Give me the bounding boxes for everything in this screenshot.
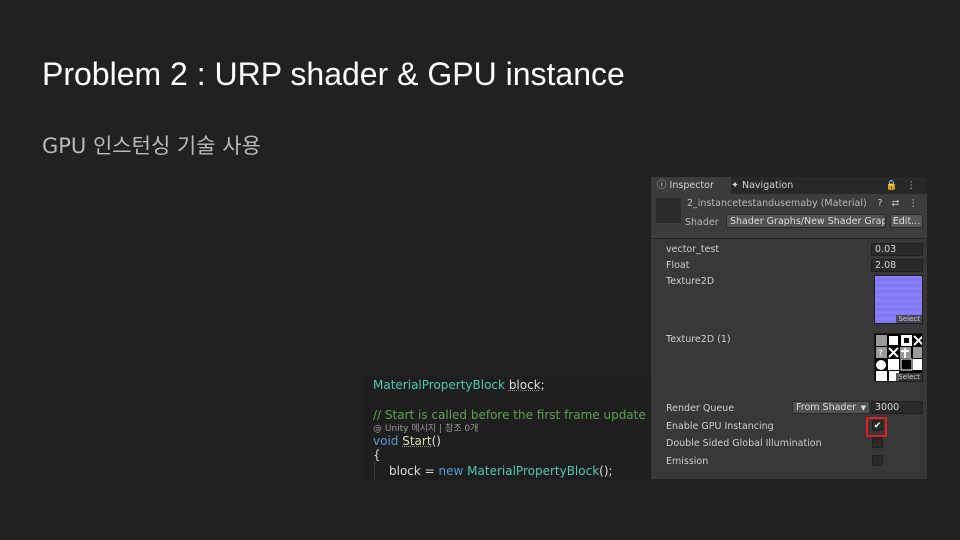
material-header: 2_instancetestandusemaby (Material) ? ⇄ … <box>651 194 927 239</box>
code-function: Start <box>402 434 432 448</box>
emission-checkbox[interactable] <box>872 455 883 466</box>
code-new-end: (); <box>599 464 613 478</box>
indent-guide <box>374 462 376 480</box>
texture-select-button[interactable]: Select <box>896 373 922 381</box>
texture2d-slot[interactable]: Select <box>874 275 923 324</box>
slide-subtitle: GPU 인스턴싱 기술 사용 <box>42 134 261 158</box>
code-var: block <box>508 378 541 392</box>
shader-value: Shader Graphs/New Shader Grap <box>730 216 886 227</box>
tab-inspector[interactable]: ⓘ Inspector <box>651 177 731 194</box>
render-queue-dropdown[interactable]: From Shader ▼ <box>792 401 870 414</box>
vector-test-label: vector_test <box>666 244 720 255</box>
code-keyword: void <box>373 434 399 448</box>
float-field[interactable]: 2.08 <box>871 259 923 272</box>
help-settings-icon[interactable]: ? ⇄ ⋮ <box>877 198 921 209</box>
tab-label: Inspector <box>669 180 714 191</box>
tab-label: Navigation <box>742 180 794 191</box>
code-type: MaterialPropertyBlock <box>373 378 505 392</box>
info-icon: ⓘ <box>657 180 667 191</box>
texture2d-1-slot[interactable]: ? Select <box>874 333 923 382</box>
emission-label: Emission <box>666 456 709 467</box>
lock-menu-icon[interactable]: 🔒 ⋮ <box>886 177 919 194</box>
navigation-icon: ✦ <box>731 180 739 191</box>
code-line-method: void Start() <box>373 434 441 448</box>
gpu-instancing-label: Enable GPU Instancing <box>666 421 774 432</box>
svg-text:?: ? <box>878 349 883 359</box>
double-sided-gi-label: Double Sided Global Illumination <box>666 438 822 449</box>
texture-select-button[interactable]: Select <box>896 315 922 323</box>
code-assign-var: block <box>389 464 421 478</box>
tab-navigation[interactable]: ✦ Navigation <box>725 177 799 194</box>
code-new-keyword: new <box>438 464 464 478</box>
render-queue-mode: From Shader <box>796 402 857 413</box>
texture2d-label: Texture2D <box>666 276 715 287</box>
code-line-assign: block = new MaterialPropertyBlock(); <box>389 464 613 478</box>
code-new-type: MaterialPropertyBlock <box>467 464 600 478</box>
gpu-instancing-highlight <box>866 417 887 437</box>
render-queue-field[interactable]: 3000 <box>871 401 923 414</box>
code-line-declaration: MaterialPropertyBlock block; <box>373 378 545 392</box>
texture2d-1-label: Texture2D (1) <box>666 334 731 345</box>
double-sided-gi-checkbox[interactable] <box>872 437 883 448</box>
shader-dropdown[interactable]: Shader Graphs/New Shader Grap <box>726 214 886 228</box>
code-punc: ; <box>540 378 545 392</box>
shader-label: Shader <box>685 217 719 228</box>
code-eq: = <box>420 464 439 478</box>
chevron-down-icon: ▼ <box>860 404 866 412</box>
tab-bar: ⓘ Inspector ✦ Navigation 🔒 ⋮ <box>651 177 927 194</box>
code-panel: MaterialPropertyBlock block; // Start is… <box>363 376 652 480</box>
code-parens: () <box>431 434 441 448</box>
material-thumbnail <box>656 198 681 223</box>
shader-edit-button[interactable]: Edit... <box>890 214 923 228</box>
render-queue-label: Render Queue <box>666 403 735 414</box>
material-name: 2_instancetestandusemaby (Material) <box>687 198 867 209</box>
float-label: Float <box>666 260 690 271</box>
slide-title: Problem 2 : URP shader & GPU instance <box>42 56 625 92</box>
code-comment: // Start is called before the first fram… <box>373 408 646 422</box>
code-brace: { <box>373 448 381 462</box>
vector-test-field[interactable]: 0.03 <box>871 243 923 256</box>
